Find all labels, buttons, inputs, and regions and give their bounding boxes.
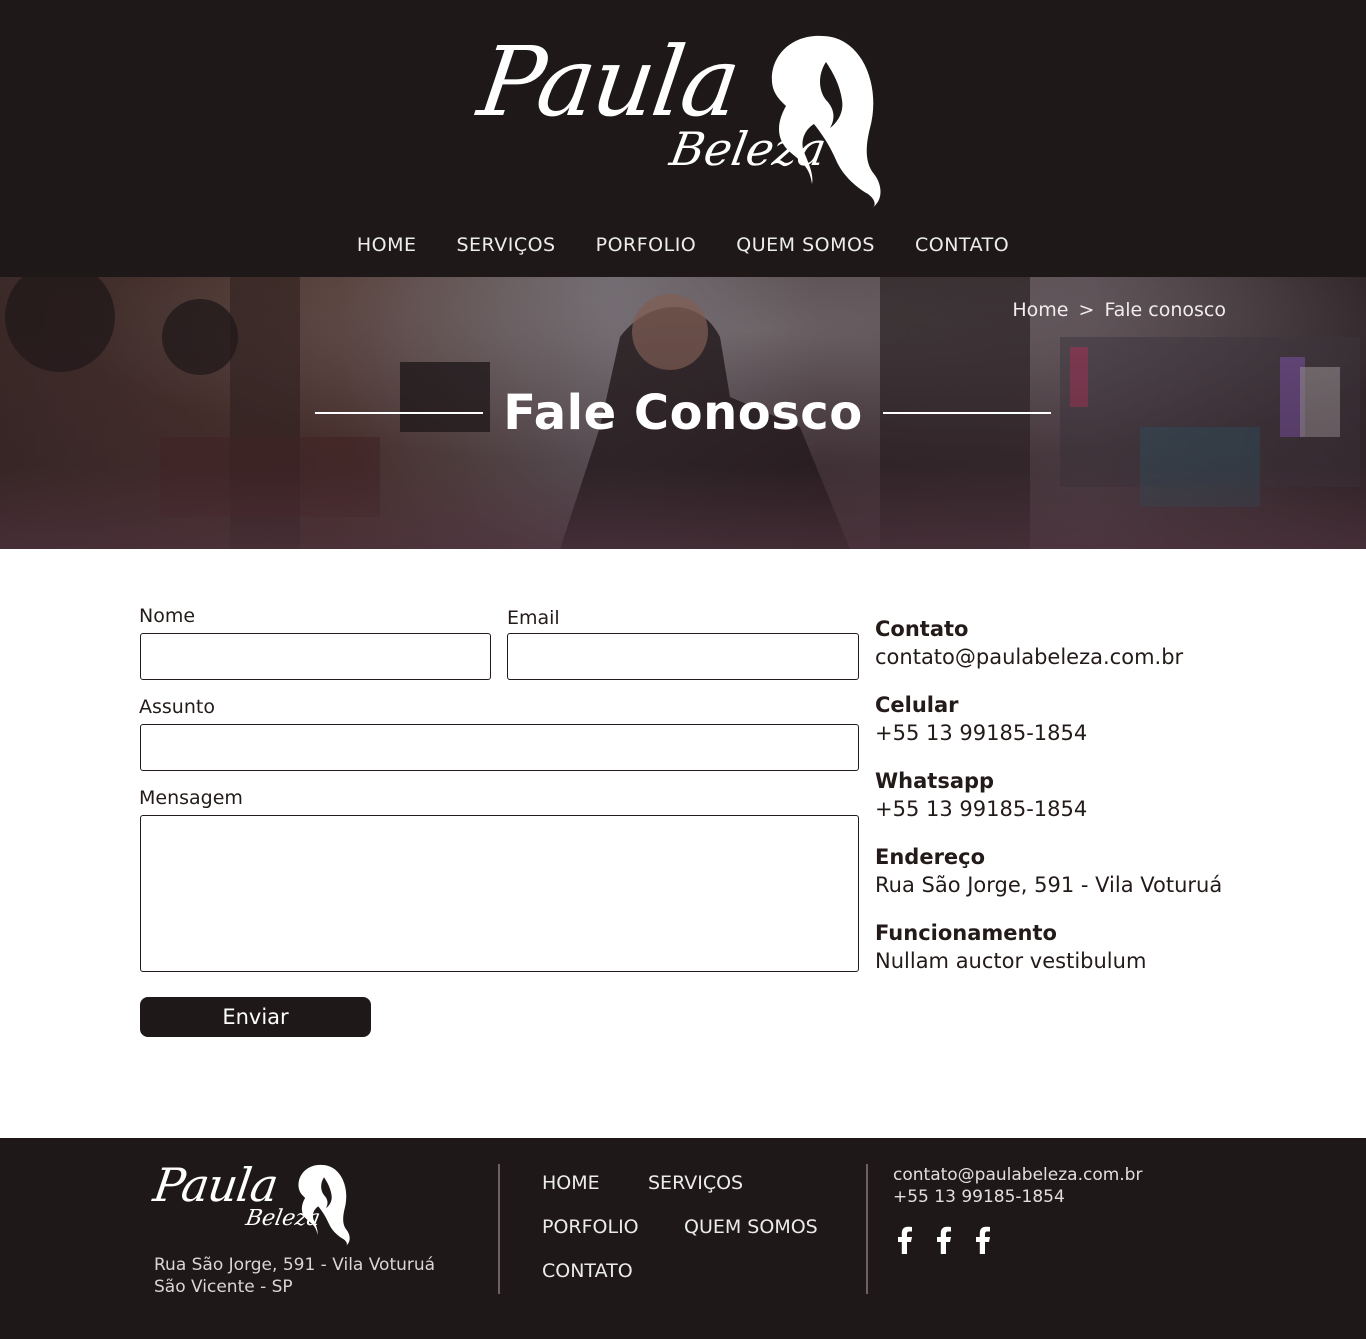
email-label: Email (507, 607, 560, 629)
footer-nav-quem-somos[interactable]: QUEM SOMOS (684, 1216, 818, 1238)
facebook-icon[interactable] (933, 1226, 955, 1254)
brand-logo[interactable]: Paula Beleza (472, 26, 896, 208)
title-divider-left (315, 412, 484, 414)
footer-nav-contato[interactable]: CONTATO (542, 1260, 633, 1282)
message-label: Mensagem (139, 787, 243, 809)
page-title: Fale Conosco (503, 385, 863, 441)
nav-quem-somos[interactable]: QUEM SOMOS (716, 230, 895, 260)
info-address: Endereço Rua São Jorge, 591 - Vila Votur… (875, 844, 1295, 900)
info-hours: Funcionamento Nullam auctor vestibulum (875, 920, 1295, 976)
info-title: Endereço (875, 845, 986, 869)
footer-logo[interactable]: Paula Beleza (150, 1158, 364, 1246)
info-value: Nullam auctor vestibulum (875, 949, 1147, 973)
footer-logo-name: Paula (150, 1158, 281, 1212)
footer-email[interactable]: contato@paulabeleza.com.br (893, 1164, 1142, 1186)
nav-contato[interactable]: CONTATO (895, 230, 1029, 260)
nav-porfolio[interactable]: PORFOLIO (576, 230, 717, 260)
hero-banner: Home > Fale conosco Fale Conosco (0, 277, 1366, 549)
subject-field[interactable] (140, 724, 859, 771)
nav-home[interactable]: HOME (337, 230, 437, 260)
info-contact: Contato contato@paulabeleza.com.br (875, 616, 1295, 672)
facebook-icon[interactable] (972, 1226, 994, 1254)
breadcrumb-home-link[interactable]: Home (1012, 299, 1068, 321)
footer-nav-porfolio[interactable]: PORFOLIO (542, 1216, 639, 1238)
info-title: Celular (875, 693, 959, 717)
woman-silhouette-icon (771, 35, 881, 208)
breadcrumb-separator: > (1078, 299, 1095, 321)
info-whatsapp: Whatsapp +55 13 99185-1854 (875, 768, 1295, 824)
info-value: +55 13 99185-1854 (875, 721, 1088, 745)
main-nav: HOME SERVIÇOS PORFOLIO QUEM SOMOS CONTAT… (0, 230, 1366, 260)
footer-address: Rua São Jorge, 591 - Vila Voturuá São Vi… (154, 1254, 435, 1298)
footer-contact: contato@paulabeleza.com.br +55 13 99185-… (893, 1164, 1142, 1208)
footer-address-line1: Rua São Jorge, 591 - Vila Voturuá (154, 1255, 436, 1275)
hero-title-row: Fale Conosco (0, 383, 1366, 443)
name-label: Nome (139, 605, 196, 627)
info-mobile: Celular +55 13 99185-1854 (875, 692, 1295, 748)
info-value: Rua São Jorge, 591 - Vila Voturuá (875, 873, 1223, 897)
info-title: Funcionamento (875, 921, 1057, 945)
footer-nav-home[interactable]: HOME (542, 1172, 600, 1194)
footer-phone[interactable]: +55 13 99185-1854 (893, 1186, 1142, 1208)
info-value: +55 13 99185-1854 (875, 797, 1088, 821)
woman-silhouette-icon (298, 1164, 350, 1246)
message-field[interactable] (140, 815, 859, 972)
footer-divider-left (498, 1164, 500, 1294)
name-field[interactable] (140, 633, 491, 680)
footer-nav-servicos[interactable]: SERVIÇOS (648, 1172, 743, 1194)
facebook-icon[interactable] (894, 1226, 916, 1254)
info-value: contato@paulabeleza.com.br (875, 645, 1184, 669)
footer-address-line2: São Vicente - SP (154, 1277, 293, 1297)
site-header: Paula Beleza HOME SERVIÇOS PORFOLIO QUEM… (0, 0, 1366, 277)
submit-button[interactable]: Enviar (140, 997, 371, 1037)
email-field[interactable] (507, 633, 859, 680)
subject-label: Assunto (139, 696, 215, 718)
breadcrumb: Home > Fale conosco (1012, 299, 1226, 321)
site-footer: Paula Beleza Rua São Jorge, 591 - Vila V… (0, 1138, 1366, 1339)
nav-servicos[interactable]: SERVIÇOS (436, 230, 575, 260)
breadcrumb-current: Fale conosco (1104, 299, 1226, 321)
title-divider-right (882, 412, 1051, 414)
footer-divider-right (866, 1164, 868, 1294)
info-title: Whatsapp (875, 769, 995, 793)
info-title: Contato (875, 617, 969, 641)
